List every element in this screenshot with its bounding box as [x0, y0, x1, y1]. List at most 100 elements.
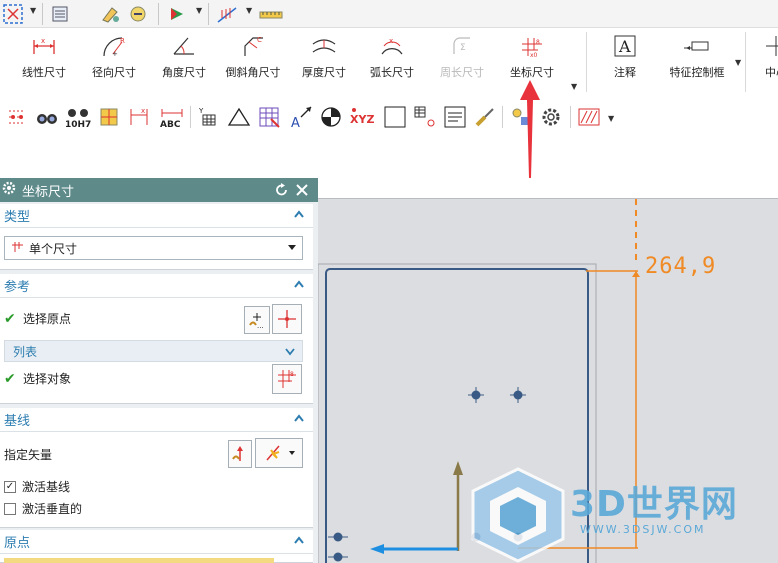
radial-dimension-button[interactable]: R + 径向尺寸 — [86, 32, 142, 80]
chevron-down-icon[interactable]: ▼ — [196, 6, 202, 15]
ordinate-dimension-dialog: 坐标尺寸 类型 单个尺寸 参考 ✔ 选择原点 ... 列表 ✔ 选择对象 8 基… — [0, 178, 318, 563]
xyz-coordinate-icon[interactable]: XYZ — [348, 104, 376, 130]
collapse-icon[interactable] — [293, 412, 305, 424]
svg-text:A: A — [618, 37, 631, 56]
specify-vector-label: 指定矢量 — [4, 448, 53, 462]
thickness-dimension-icon — [296, 32, 352, 60]
select-object-row[interactable]: ✔ 选择对象 — [4, 370, 71, 387]
reference-section-header[interactable]: 参考 — [0, 274, 313, 298]
tolerance-label: 10H7 — [65, 120, 91, 129]
center-mark-icon — [756, 32, 778, 60]
grid-snap-icon[interactable] — [214, 2, 240, 26]
layer-settings-icon[interactable] — [48, 2, 74, 26]
annotation-toolbar: 10H7 x ABC Y A XYZ ▼ — [0, 100, 778, 136]
linear-dimension-button[interactable]: x 线性尺寸 — [16, 32, 72, 80]
vector-dialog-button[interactable] — [228, 440, 252, 468]
origin-point-dialog-button[interactable]: ... — [244, 306, 270, 334]
hole-marker[interactable] — [328, 552, 348, 562]
quick-toolbar: ▼ ▼ ▼ — [0, 0, 778, 28]
measure-ruler-icon[interactable] — [258, 2, 284, 26]
svg-text:x0: x0 — [530, 52, 538, 58]
hole-marker[interactable] — [328, 532, 348, 542]
chevron-down-icon[interactable]: ▼ — [608, 114, 614, 123]
chamfer-dimension-button[interactable]: C 倒斜角尺寸 — [222, 32, 284, 80]
svg-text:R: R — [120, 37, 125, 45]
origin-section-header[interactable]: 原点 — [0, 530, 313, 554]
feature-control-frame-icon — [662, 32, 732, 60]
watermark-brand: 3D世界网 — [570, 484, 738, 525]
center-mark-button[interactable]: 中心 — [756, 32, 778, 80]
tolerance-fit-icon[interactable]: 10H7 — [64, 104, 92, 130]
activate-baseline-label: 激活基线 — [22, 480, 71, 494]
brush-edit-icon[interactable] — [472, 104, 498, 130]
select-origin-row[interactable]: ✔ 选择原点 — [4, 310, 71, 327]
checkbox-unchecked[interactable] — [4, 502, 16, 515]
feature-control-frame-button[interactable]: 特征控制框 — [662, 32, 732, 80]
chamfer-dimension-icon: C — [222, 32, 284, 60]
chevron-down-icon[interactable]: ▼ — [246, 6, 252, 15]
show-hide-icon[interactable] — [126, 2, 152, 26]
chevron-down-icon[interactable]: ▼ — [571, 82, 577, 91]
arc-length-dimension-button[interactable]: x 弧长尺寸 — [364, 32, 420, 80]
type-section: 类型 单个尺寸 — [0, 204, 313, 270]
activate-baseline-checkbox[interactable]: ✓ 激活基线 — [4, 478, 70, 495]
collapse-icon[interactable] — [293, 534, 305, 546]
hole-marker[interactable] — [510, 387, 526, 403]
table-note-icon[interactable]: Y — [196, 104, 222, 130]
baseline-dimension-icon[interactable]: x — [126, 104, 152, 130]
fit-view-icon[interactable] — [0, 2, 26, 26]
chevron-down-icon[interactable]: ▼ — [30, 6, 36, 15]
svg-text:C: C — [257, 36, 262, 44]
gear-icon[interactable] — [2, 181, 18, 199]
table-edit-icon[interactable] — [256, 104, 282, 130]
center-of-gravity-icon[interactable] — [318, 104, 344, 130]
text-dimension-icon[interactable]: ABC — [158, 104, 186, 130]
note-button[interactable]: A 注释 — [600, 32, 650, 80]
type-section-header[interactable]: 类型 — [0, 204, 313, 228]
reset-icon[interactable] — [274, 182, 290, 198]
close-icon[interactable] — [294, 182, 310, 198]
perimeter-dimension-button[interactable]: Σ 周长尺寸 — [434, 32, 490, 80]
edit-display-icon[interactable] — [98, 2, 124, 26]
chevron-down-icon[interactable]: ▼ — [735, 58, 741, 67]
svg-text:Σ: Σ — [460, 43, 466, 53]
location-field[interactable] — [4, 558, 274, 563]
list-label: 列表 — [13, 344, 38, 359]
dimension-ribbon: x 线性尺寸 R + 径向尺寸 角度尺寸 C 倒斜角尺寸 厚度尺寸 x 弧长尺寸… — [0, 28, 778, 100]
list-expander[interactable]: 列表 — [4, 340, 303, 362]
collapse-icon[interactable] — [293, 208, 305, 220]
chevron-down-icon[interactable] — [288, 245, 296, 250]
thickness-dimension-button[interactable]: 厚度尺寸 — [296, 32, 352, 80]
perimeter-dimension-icon: Σ — [434, 32, 490, 60]
datum-target-icon[interactable] — [96, 104, 122, 130]
origin-selector-button[interactable] — [272, 304, 302, 334]
text-block-icon[interactable] — [442, 104, 468, 130]
checkbox-checked[interactable]: ✓ — [4, 480, 16, 493]
hole-pattern-icon[interactable] — [4, 104, 30, 130]
rectangle-region-icon[interactable] — [382, 104, 408, 130]
binoculars-icon[interactable] — [34, 104, 60, 130]
collapse-icon[interactable] — [293, 278, 305, 290]
ordinate-object-selector-button[interactable]: 8 — [272, 364, 302, 394]
baseline-section: 基线 指定矢量 ✓ 激活基线 激活垂直的 — [0, 408, 313, 528]
select-object-label: 选择对象 — [23, 372, 72, 386]
hole-marker[interactable] — [468, 387, 484, 403]
watermark-url: WWW.3DSJW.COM — [580, 523, 706, 536]
vector-type-dropdown[interactable] — [255, 438, 303, 468]
baseline-section-header[interactable]: 基线 — [0, 408, 313, 432]
single-dimension-icon — [11, 240, 25, 257]
triangle-symbol-icon[interactable] — [226, 104, 252, 130]
svg-text:8: 8 — [290, 371, 294, 378]
angular-dimension-button[interactable]: 角度尺寸 — [156, 32, 212, 80]
reference-section: 参考 ✔ 选择原点 ... 列表 ✔ 选择对象 8 — [0, 274, 313, 404]
dimension-value[interactable]: 264,9 — [645, 254, 716, 279]
chevron-down-icon[interactable] — [284, 346, 296, 358]
ordinate-dimension-button[interactable]: 8 x0 坐标尺寸 — [504, 32, 560, 80]
chevron-down-icon[interactable] — [289, 451, 295, 455]
snap-point-icon[interactable] — [164, 2, 190, 26]
crosshatch-icon[interactable] — [576, 104, 602, 130]
table-insert-icon[interactable] — [412, 104, 438, 130]
type-dropdown[interactable]: 单个尺寸 — [4, 236, 303, 260]
leader-note-icon[interactable]: A — [288, 104, 314, 130]
activate-perpendicular-checkbox[interactable]: 激活垂直的 — [4, 500, 82, 517]
